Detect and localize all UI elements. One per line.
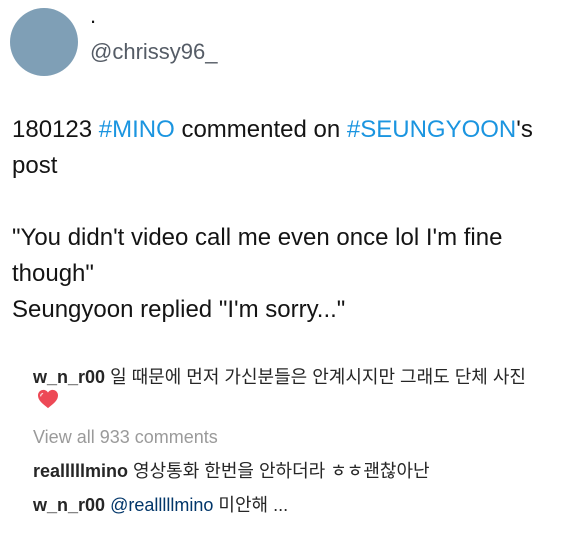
- comment-mention[interactable]: @realllllmino: [110, 495, 213, 515]
- tweet-quote: "You didn't video call me even once lol …: [12, 224, 503, 287]
- avatar[interactable]: [10, 8, 78, 76]
- user-handle[interactable]: @chrissy96_: [90, 38, 218, 66]
- hashtag-seungyoon[interactable]: #SEUNGYOON: [347, 116, 516, 143]
- tweet-headline: 180123 #MINO commented on #SEUNGYOON's p…: [12, 112, 552, 184]
- tweet-header: . @chrissy96_: [10, 4, 550, 78]
- tweet-body: 180123 #MINO commented on #SEUNGYOON's p…: [12, 112, 552, 328]
- view-all-comments-link[interactable]: View all 933 comments: [33, 425, 538, 449]
- comment-text: 일 때문에 먼저 가신분들은 안계시지만 그래도 단체 사진: [110, 367, 526, 387]
- instagram-comments: w_n_r00 일 때문에 먼저 가신분들은 안계시지만 그래도 단체 사진 V…: [33, 365, 538, 527]
- hashtag-mino[interactable]: #MINO: [99, 116, 175, 143]
- comment-text: 영상통화 한번을 안하더라 ㅎㅎ괜찮아난: [133, 461, 430, 482]
- tweet-date: 180123: [12, 116, 93, 143]
- comment-username[interactable]: w_n_r00: [33, 367, 105, 387]
- comment-username[interactable]: realllllmino: [33, 461, 128, 481]
- tweet-reply-line: Seungyoon replied "I'm sorry...": [12, 296, 346, 323]
- comment-item: realllllmino 영상통화 한번을 안하더라 ㅎㅎ괜찮아난: [33, 459, 538, 483]
- comment-item: w_n_r00 @realllllmino 미안해 ...: [33, 493, 538, 517]
- tweet-middle-text: commented on: [181, 116, 341, 143]
- display-name[interactable]: .: [90, 4, 96, 28]
- heart-emoji-icon: [37, 389, 59, 415]
- comment-username[interactable]: w_n_r00: [33, 495, 105, 515]
- comment-item: w_n_r00 일 때문에 먼저 가신분들은 안계시지만 그래도 단체 사진: [33, 365, 538, 415]
- comment-text: 미안해 ...: [218, 495, 289, 516]
